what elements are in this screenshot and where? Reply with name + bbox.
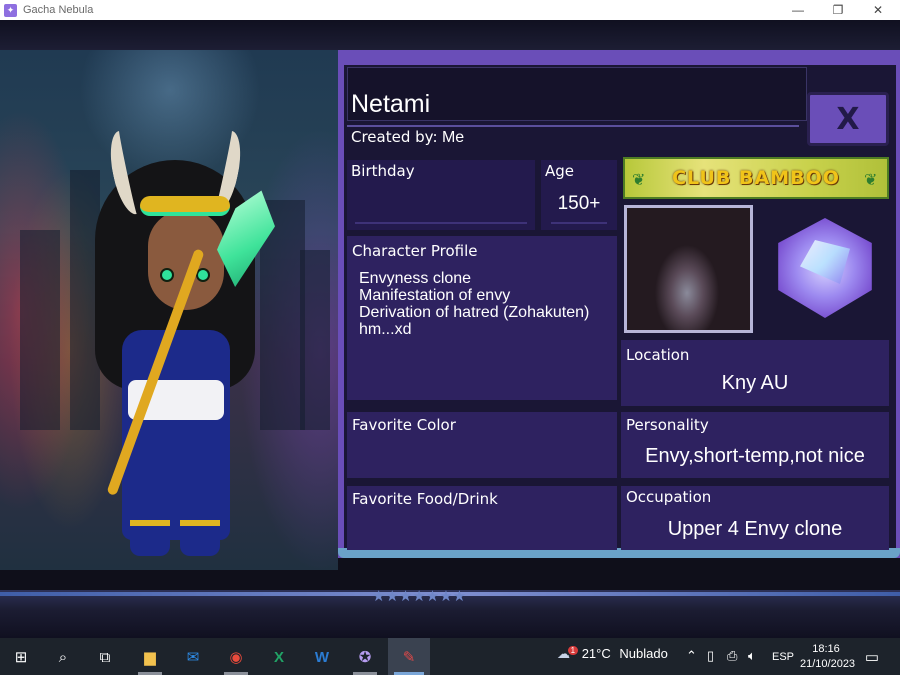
minimize-button[interactable]: — [778, 0, 818, 20]
created-by-value: Me [441, 129, 465, 146]
app-icon: ✦ [4, 3, 17, 17]
bamboo-leaf-icon: ❦ [632, 172, 646, 189]
battery-icon[interactable]: ▯ [707, 648, 714, 664]
search-icon[interactable]: ⌕ [52, 646, 74, 668]
character-profile-text: Envyness clone Manifestation of envy Der… [359, 270, 615, 338]
character-profile-label: Character Profile [352, 242, 478, 260]
chevron-up-icon[interactable]: ⌃ [686, 648, 697, 664]
personality-label: Personality [626, 416, 709, 434]
age-underline [551, 222, 607, 224]
character-boot-right [180, 520, 220, 556]
character-dress [122, 330, 230, 540]
notifications-icon[interactable]: ▭ [861, 646, 883, 668]
language-indicator[interactable]: ESP [772, 651, 794, 663]
mail-icon[interactable]: ✉ [182, 646, 204, 668]
character-eye-right [196, 268, 210, 282]
name-divider [347, 125, 799, 127]
birthday-underline [355, 222, 527, 224]
bamboo-leaf-icon: ❦ [864, 172, 878, 189]
favorite-food-label: Favorite Food/Drink [352, 490, 498, 508]
paint-app-icon[interactable]: ✎ [398, 646, 420, 668]
clock[interactable]: 18:16 21/10/2023 [800, 642, 856, 672]
character-eye-left [160, 268, 174, 282]
club-banner-text: CLUB BAMBOO [672, 167, 840, 189]
age-label: Age [545, 162, 575, 180]
task-view-icon[interactable]: ⧉ [94, 646, 116, 668]
occupation-value: Upper 4 Envy clone [667, 518, 843, 540]
location-label: Location [626, 346, 690, 364]
favorite-color-label: Favorite Color [352, 416, 456, 434]
profile-line: Derivation of hatred (Zohakuten) [359, 304, 590, 321]
background-building [300, 250, 330, 430]
personality-value: Envy,short-temp,not nice [645, 445, 865, 467]
clock-date: 21/10/2023 [800, 658, 856, 670]
maximize-button[interactable]: ❐ [818, 0, 858, 20]
created-by-label: Created by: [351, 128, 438, 146]
window-title: Gacha Nebula [23, 4, 94, 16]
gacha-nebula-icon[interactable]: ✪ [354, 646, 376, 668]
weather-badge: 1 [567, 646, 579, 655]
bottom-stars-decoration: ★★★★★★★ [372, 588, 467, 605]
location-value: Kny AU [721, 372, 789, 394]
character-name: Netami [351, 90, 431, 118]
chrome-icon[interactable]: ◉ [225, 646, 247, 668]
profile-line: Envyness clone [359, 270, 472, 287]
weather-temp: 21°C [581, 646, 611, 661]
club-banner: CLUB BAMBOO [623, 157, 889, 199]
close-window-button[interactable]: ✕ [858, 0, 898, 20]
character-headband [140, 196, 230, 216]
age-value: 150+ [557, 193, 601, 214]
created-by: Created by: Me [351, 128, 464, 147]
profile-photo [624, 205, 753, 333]
occupation-label: Occupation [626, 488, 712, 506]
excel-icon[interactable]: X [268, 646, 290, 668]
background-building [20, 230, 60, 430]
network-icon[interactable]: ⎙ [727, 648, 737, 664]
word-icon[interactable]: W [311, 646, 333, 668]
windows-start-icon[interactable]: ⊞ [10, 646, 32, 668]
profile-line: hm...xd [359, 321, 412, 338]
character-boot-left [130, 520, 170, 556]
window-title-bar: ✦ Gacha Nebula — ❐ ✕ [0, 0, 900, 20]
close-profile-button[interactable]: X [807, 92, 889, 146]
clock-time: 18:16 [812, 643, 840, 655]
file-explorer-icon[interactable]: ▆ [139, 646, 161, 668]
weather-widget[interactable]: ☁ 1 21°C Nublado [557, 646, 668, 662]
volume-icon[interactable]: 🔈︎ [748, 648, 756, 664]
weather-description: Nublado [619, 646, 668, 661]
profile-line: Manifestation of envy [359, 287, 511, 304]
birthday-label: Birthday [351, 162, 415, 180]
taskbar [0, 638, 900, 675]
